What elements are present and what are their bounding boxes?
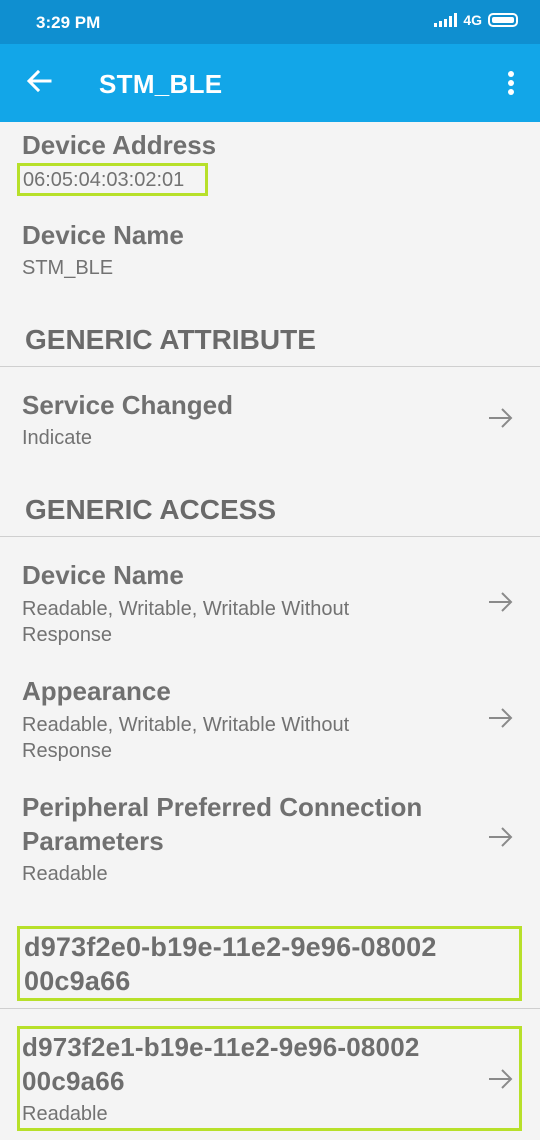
app-bar: STM_BLE xyxy=(0,44,540,122)
device-name-label: Device Name xyxy=(22,220,184,250)
service-list[interactable]: Device Address 06:05:04:03:02:01 Device … xyxy=(0,122,540,1140)
characteristic-peripheral-preferred-connection-parameters[interactable]: Peripheral Preferred Connection Paramete… xyxy=(0,774,540,894)
arrow-left-icon[interactable] xyxy=(24,66,54,96)
divider xyxy=(0,1008,540,1009)
characteristic-properties-line1: Readable, Writable, Writable Without xyxy=(22,714,350,736)
characteristic-appearance[interactable]: Appearance Readable, Writable, Writable … xyxy=(0,658,540,770)
device-address-label: Device Address xyxy=(22,130,217,160)
characteristic-properties: Readable xyxy=(22,1103,108,1125)
service-header-generic-access: GENERIC ACCESS xyxy=(25,494,277,525)
arrow-right-icon[interactable] xyxy=(487,406,515,430)
characteristic-device-name[interactable]: Device Name Readable, Writable, Writable… xyxy=(0,542,540,654)
arrow-right-icon[interactable] xyxy=(487,825,515,849)
arrow-right-icon[interactable] xyxy=(487,1067,515,1091)
service-header-custom-uuid-line2: 00c9a66 xyxy=(24,966,131,996)
app-title: STM_BLE xyxy=(99,69,223,99)
device-address-value: 06:05:04:03:02:01 xyxy=(23,169,185,191)
characteristic-name-line1: Peripheral Preferred Connection xyxy=(22,792,423,822)
characteristic-name: Appearance xyxy=(22,676,171,706)
characteristic-properties-line2: Response xyxy=(22,740,113,762)
characteristic-name: Device Name xyxy=(22,560,184,590)
service-header-generic-attribute: GENERIC ATTRIBUTE xyxy=(25,324,316,355)
arrow-right-icon[interactable] xyxy=(487,590,515,614)
service-header-custom-uuid-line1: d973f2e0-b19e-11e2-9e96-08002 xyxy=(24,932,437,962)
characteristic-name-line2: 00c9a66 xyxy=(22,1066,125,1096)
network-type: 4G xyxy=(463,12,482,28)
characteristic-name-line1: d973f2e1-b19e-11e2-9e96-08002 xyxy=(22,1032,420,1062)
characteristic-properties: Indicate xyxy=(22,427,93,449)
characteristic-custom-uuid[interactable]: d973f2e1-b19e-11e2-9e96-08002 00c9a66 Re… xyxy=(0,1026,540,1131)
characteristic-properties-line1: Readable, Writable, Writable Without xyxy=(22,598,350,620)
status-icons: 4G xyxy=(434,12,518,28)
characteristic-properties-line2: Response xyxy=(22,624,113,646)
status-bar: 3:29 PM 4G xyxy=(0,0,540,44)
status-time: 3:29 PM xyxy=(36,13,101,32)
arrow-right-icon[interactable] xyxy=(487,706,515,730)
battery-icon xyxy=(488,13,518,27)
characteristic-name-line2: Parameters xyxy=(22,826,164,856)
device-name-value: STM_BLE xyxy=(22,257,114,279)
characteristic-name: Service Changed xyxy=(22,390,233,420)
characteristic-service-changed[interactable]: Service Changed Indicate xyxy=(0,372,540,472)
signal-icon xyxy=(434,13,458,27)
divider xyxy=(0,366,540,367)
characteristic-properties: Readable xyxy=(22,863,108,885)
more-vert-icon[interactable] xyxy=(500,68,522,98)
divider xyxy=(0,536,540,537)
